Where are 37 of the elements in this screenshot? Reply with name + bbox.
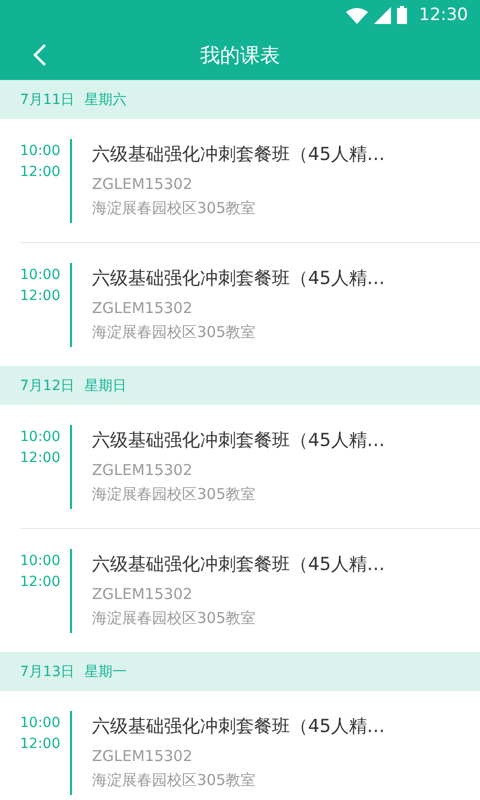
back-icon[interactable] — [32, 43, 48, 67]
course-code: ZGLEM15302 — [92, 298, 194, 318]
clock-time: 12:30 — [419, 5, 468, 25]
end-time: 12:00 — [20, 735, 62, 754]
page-title: 我的课表 — [200, 42, 280, 68]
weekday-label: 星期日 — [84, 376, 127, 394]
course-title[interactable]: 六级基础强化冲刺套餐班（45人精… — [92, 142, 385, 166]
date-label: 7月13日 — [20, 662, 75, 680]
classroom-location: 海淀展春园校区305教室 — [92, 322, 257, 342]
course-code: ZGLEM15302 — [92, 746, 194, 766]
classroom-location: 海淀展春园校区305教室 — [92, 484, 257, 504]
course-code: ZGLEM15302 — [92, 460, 194, 480]
classroom-location: 海淀展春园校区305教室 — [92, 198, 257, 218]
start-time: 10:00 — [20, 266, 62, 285]
end-time: 12:00 — [20, 287, 62, 306]
course-title[interactable]: 六级基础强化冲刺套餐班（45人精… — [92, 714, 385, 738]
course-code: ZGLEM15302 — [92, 174, 194, 194]
wifi-icon — [346, 6, 368, 24]
end-time: 12:00 — [20, 163, 62, 182]
course-title[interactable]: 六级基础强化冲刺套餐班（45人精… — [92, 552, 385, 576]
start-time: 10:00 — [20, 428, 62, 447]
classroom-location: 海淀展春园校区305教室 — [92, 770, 257, 790]
date-label: 7月11日 — [20, 90, 75, 108]
course-code: ZGLEM15302 — [92, 584, 194, 604]
end-time: 12:00 — [20, 573, 62, 592]
classroom-location: 海淀展春园校区305教室 — [92, 608, 257, 628]
end-time: 12:00 — [20, 449, 62, 468]
signal-icon — [374, 6, 391, 24]
course-title[interactable]: 六级基础强化冲刺套餐班（45人精… — [92, 266, 385, 290]
start-time: 10:00 — [20, 142, 62, 161]
course-title[interactable]: 六级基础强化冲刺套餐班（45人精… — [92, 428, 385, 452]
date-label: 7月12日 — [20, 376, 75, 394]
weekday-label: 星期六 — [84, 90, 127, 108]
start-time: 10:00 — [20, 552, 62, 571]
battery-icon — [397, 6, 407, 24]
start-time: 10:00 — [20, 714, 62, 733]
weekday-label: 星期一 — [84, 662, 127, 680]
